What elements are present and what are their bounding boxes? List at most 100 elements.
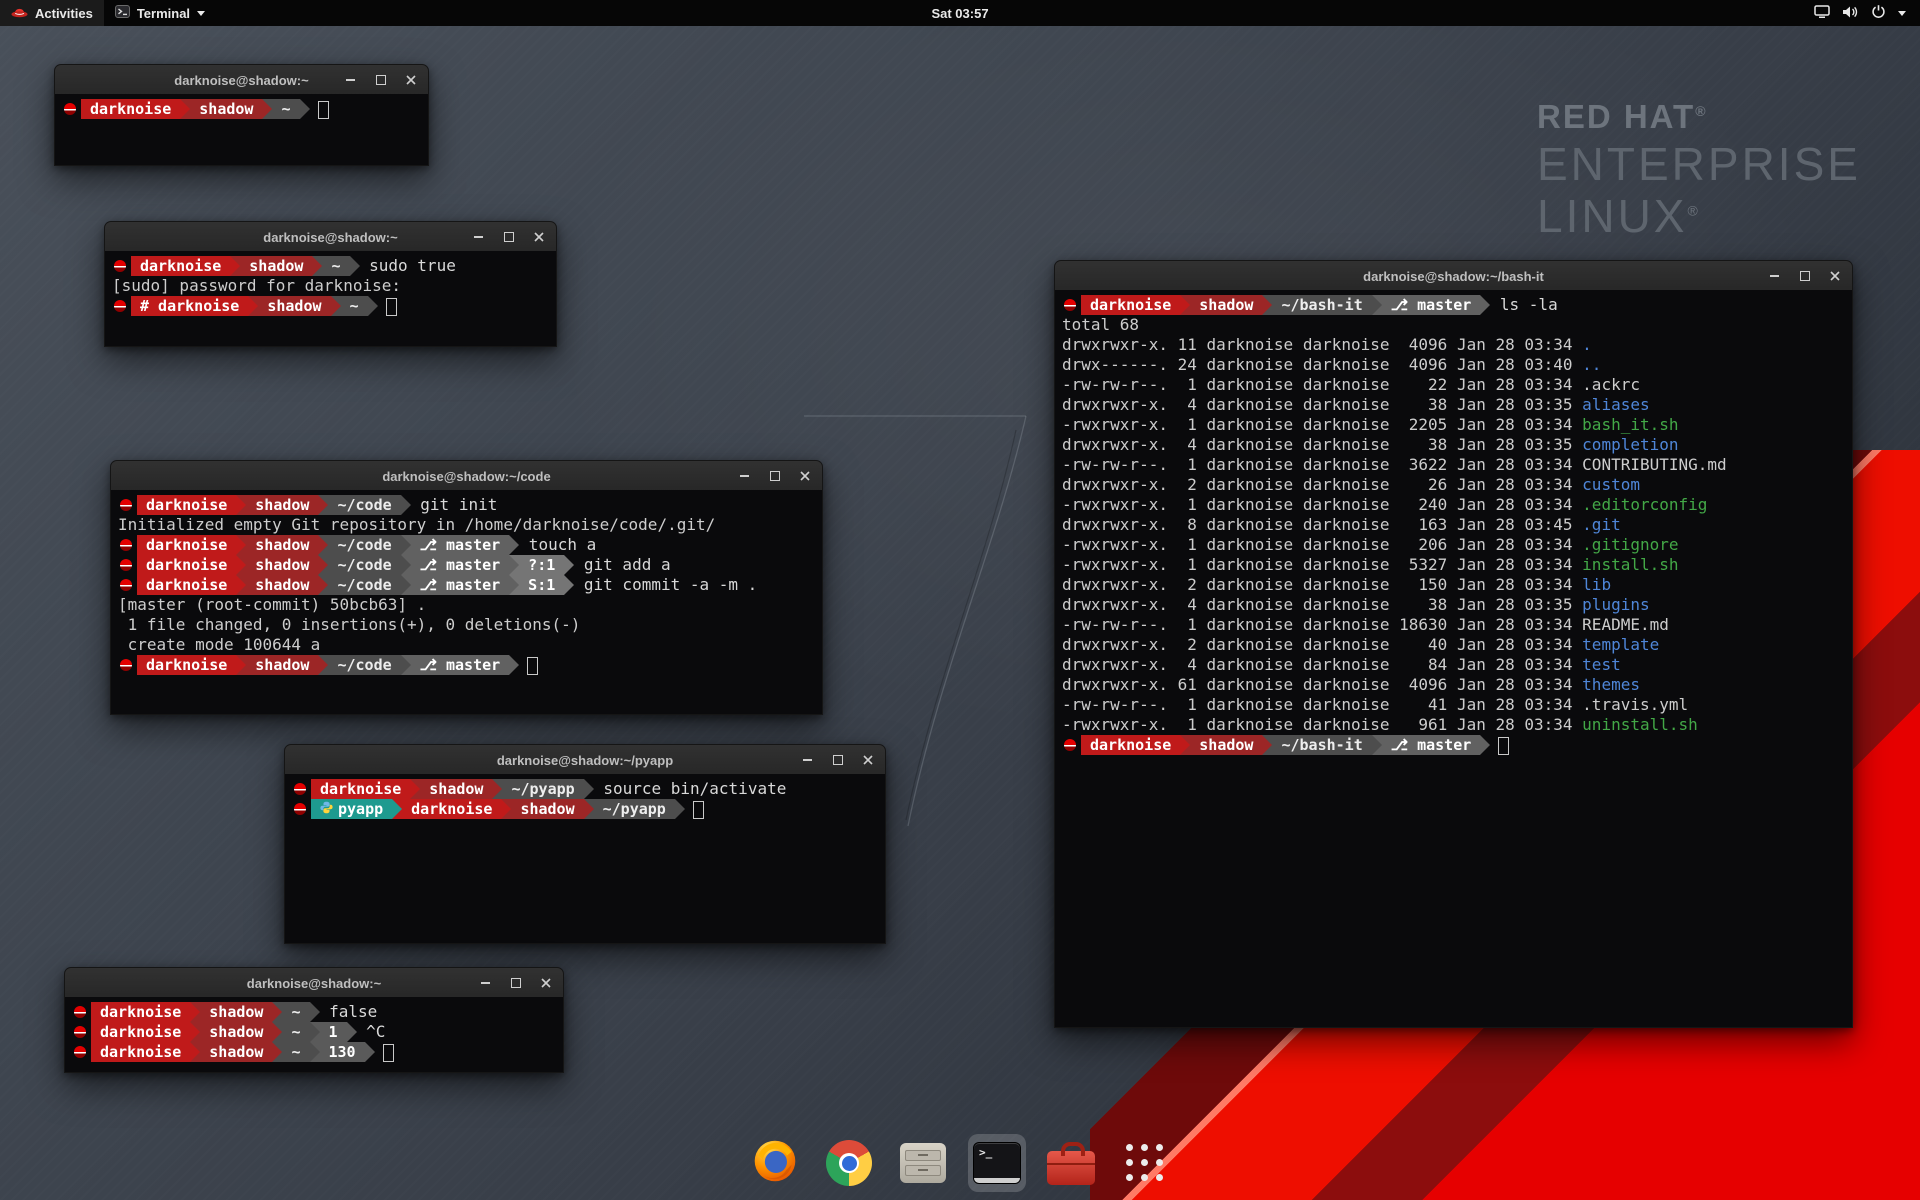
terminal-line: darknoiseshadow~1 ^C [72, 1022, 563, 1042]
clock-button[interactable]: Sat 03:57 [919, 0, 1000, 26]
close-button[interactable] [859, 752, 876, 769]
terminal-line: # darknoiseshadow~ [112, 296, 556, 316]
dir-name: completion [1582, 435, 1678, 455]
dock-item-toolbox[interactable] [1042, 1134, 1100, 1192]
terminal-line: darknoiseshadow~ false [72, 1002, 563, 1022]
dock-item-files[interactable] [894, 1134, 952, 1192]
prompt-segment-user: darknoise [137, 535, 236, 555]
window-titlebar[interactable]: darknoise@shadow:~/bash-it [1054, 260, 1853, 292]
prompt-segment-user: darknoise [91, 1022, 190, 1042]
app-menu-terminal[interactable]: Terminal [104, 0, 216, 26]
powerline-separator-icon [401, 535, 411, 555]
terminal-line: [sudo] password for darknoise: [112, 276, 556, 296]
close-button[interactable] [402, 72, 419, 89]
terminal-content[interactable]: darknoiseshadow~/bash-it⎇ master ls -lat… [1054, 290, 1853, 1028]
maximize-button[interactable] [500, 229, 517, 246]
minimize-button[interactable] [736, 468, 753, 485]
close-button[interactable] [530, 229, 547, 246]
prompt-segment-git: ⎇ master [1382, 735, 1481, 755]
terminal-content[interactable]: darknoiseshadow~/pyapp source bin/activa… [284, 774, 886, 944]
terminal-cursor [1498, 737, 1509, 755]
dock-item-firefox[interactable] [746, 1134, 804, 1192]
prompt-segment-user: darknoise [137, 655, 236, 675]
window-titlebar[interactable]: darknoise@shadow:~ [104, 221, 557, 253]
exec-name: install.sh [1582, 555, 1678, 575]
redhat-icon [1064, 739, 1076, 751]
window-titlebar[interactable]: darknoise@shadow:~ [64, 967, 564, 999]
prompt-segment-path: ~/pyapp [502, 779, 583, 799]
dock-item-terminal[interactable]: >_ [968, 1134, 1026, 1192]
close-button[interactable] [796, 468, 813, 485]
maximize-icon [1800, 271, 1810, 281]
python-icon [320, 800, 333, 818]
prompt-segment-path: ~/code [328, 495, 400, 515]
terminal-line: darknoiseshadow~/bash-it⎇ master ls -la [1062, 295, 1852, 315]
terminal-line: darknoiseshadow~/code⎇ master touch a [118, 535, 822, 555]
powerline-separator-icon [347, 1022, 357, 1042]
maximize-button[interactable] [829, 752, 846, 769]
window-titlebar[interactable]: darknoise@shadow:~/code [110, 460, 823, 492]
terminal-line: drwxrwxr-x. 2 darknoise darknoise 26 Jan… [1062, 475, 1852, 495]
powerline-separator-icon [584, 779, 594, 799]
close-button[interactable] [537, 975, 554, 992]
chrome-icon [826, 1140, 872, 1186]
terminal-line: drwxrwxr-x. 4 darknoise darknoise 84 Jan… [1062, 655, 1852, 675]
power-icon [1871, 4, 1886, 22]
minimize-icon [346, 79, 355, 81]
dock-item-chrome[interactable] [820, 1134, 878, 1192]
prompt-segment-host: shadow [246, 575, 318, 595]
redhat-icon [120, 659, 132, 671]
dock: >_ [0, 1134, 1920, 1192]
exec-name: .editorconfig [1582, 495, 1707, 515]
window-title: darknoise@shadow:~ [263, 230, 397, 245]
prompt-segment-user: darknoise [1081, 295, 1180, 315]
prompt-segment-venv: pyapp [311, 799, 392, 819]
terminal-content[interactable]: darknoiseshadow~ [54, 94, 429, 166]
powerline-separator-icon [300, 99, 310, 119]
powerline-separator-icon [350, 256, 360, 276]
maximize-button[interactable] [372, 72, 389, 89]
close-button[interactable] [1826, 268, 1843, 285]
output-text: -rwxrwxr-x. 1 darknoise darknoise 2205 J… [1062, 415, 1582, 435]
activities-button[interactable]: Activities [0, 0, 104, 26]
toolbox-icon [1047, 1142, 1095, 1185]
terminal-content[interactable]: darknoiseshadow~ sudo true[sudo] passwor… [104, 251, 557, 347]
powerline-separator-icon [1372, 295, 1382, 315]
maximize-icon [376, 75, 386, 85]
minimize-icon [803, 759, 812, 761]
minimize-button[interactable] [342, 72, 359, 89]
system-status-area[interactable] [1800, 0, 1920, 26]
minimize-button[interactable] [1766, 268, 1783, 285]
powerline-separator-icon [564, 555, 574, 575]
output-text: .travis.yml [1582, 695, 1688, 715]
terminal-content[interactable]: darknoiseshadow~/code git initInitialize… [110, 490, 823, 715]
powerline-separator-icon [675, 799, 685, 819]
output-text: -rw-rw-r--. 1 darknoise darknoise 18630 … [1062, 615, 1582, 635]
window-titlebar[interactable]: darknoise@shadow:~ [54, 64, 429, 96]
minimize-icon [1770, 275, 1779, 277]
powerline-separator-icon [1180, 295, 1190, 315]
powerline-separator-icon [312, 256, 322, 276]
dir-name: lib [1582, 575, 1611, 595]
powerline-separator-icon [310, 1022, 320, 1042]
minimize-button[interactable] [477, 975, 494, 992]
terminal-content[interactable]: darknoiseshadow~ falsedarknoiseshadow~1 … [64, 997, 564, 1073]
exec-name: bash_it.sh [1582, 415, 1678, 435]
minimize-button[interactable] [799, 752, 816, 769]
terminal-line: darknoiseshadow~/code⎇ masterS:1 git com… [118, 575, 822, 595]
powerline-separator-icon [564, 575, 574, 595]
terminal-line: Initialized empty Git repository in /hom… [118, 515, 822, 535]
maximize-button[interactable] [507, 975, 524, 992]
brand-reg1: ® [1695, 103, 1707, 119]
maximize-button[interactable] [766, 468, 783, 485]
window-titlebar[interactable]: darknoise@shadow:~/pyapp [284, 744, 886, 776]
prompt-segment-host: shadow [1190, 735, 1262, 755]
minimize-button[interactable] [470, 229, 487, 246]
dock-item-app-grid[interactable] [1116, 1134, 1174, 1192]
powerline-separator-icon [1480, 735, 1490, 755]
terminal-window: darknoise@shadow:~darknoiseshadow~ false… [64, 967, 564, 1073]
maximize-button[interactable] [1796, 268, 1813, 285]
prompt-segment-user: darknoise [402, 799, 501, 819]
powerline-separator-icon [401, 655, 411, 675]
powerline-separator-icon [236, 655, 246, 675]
